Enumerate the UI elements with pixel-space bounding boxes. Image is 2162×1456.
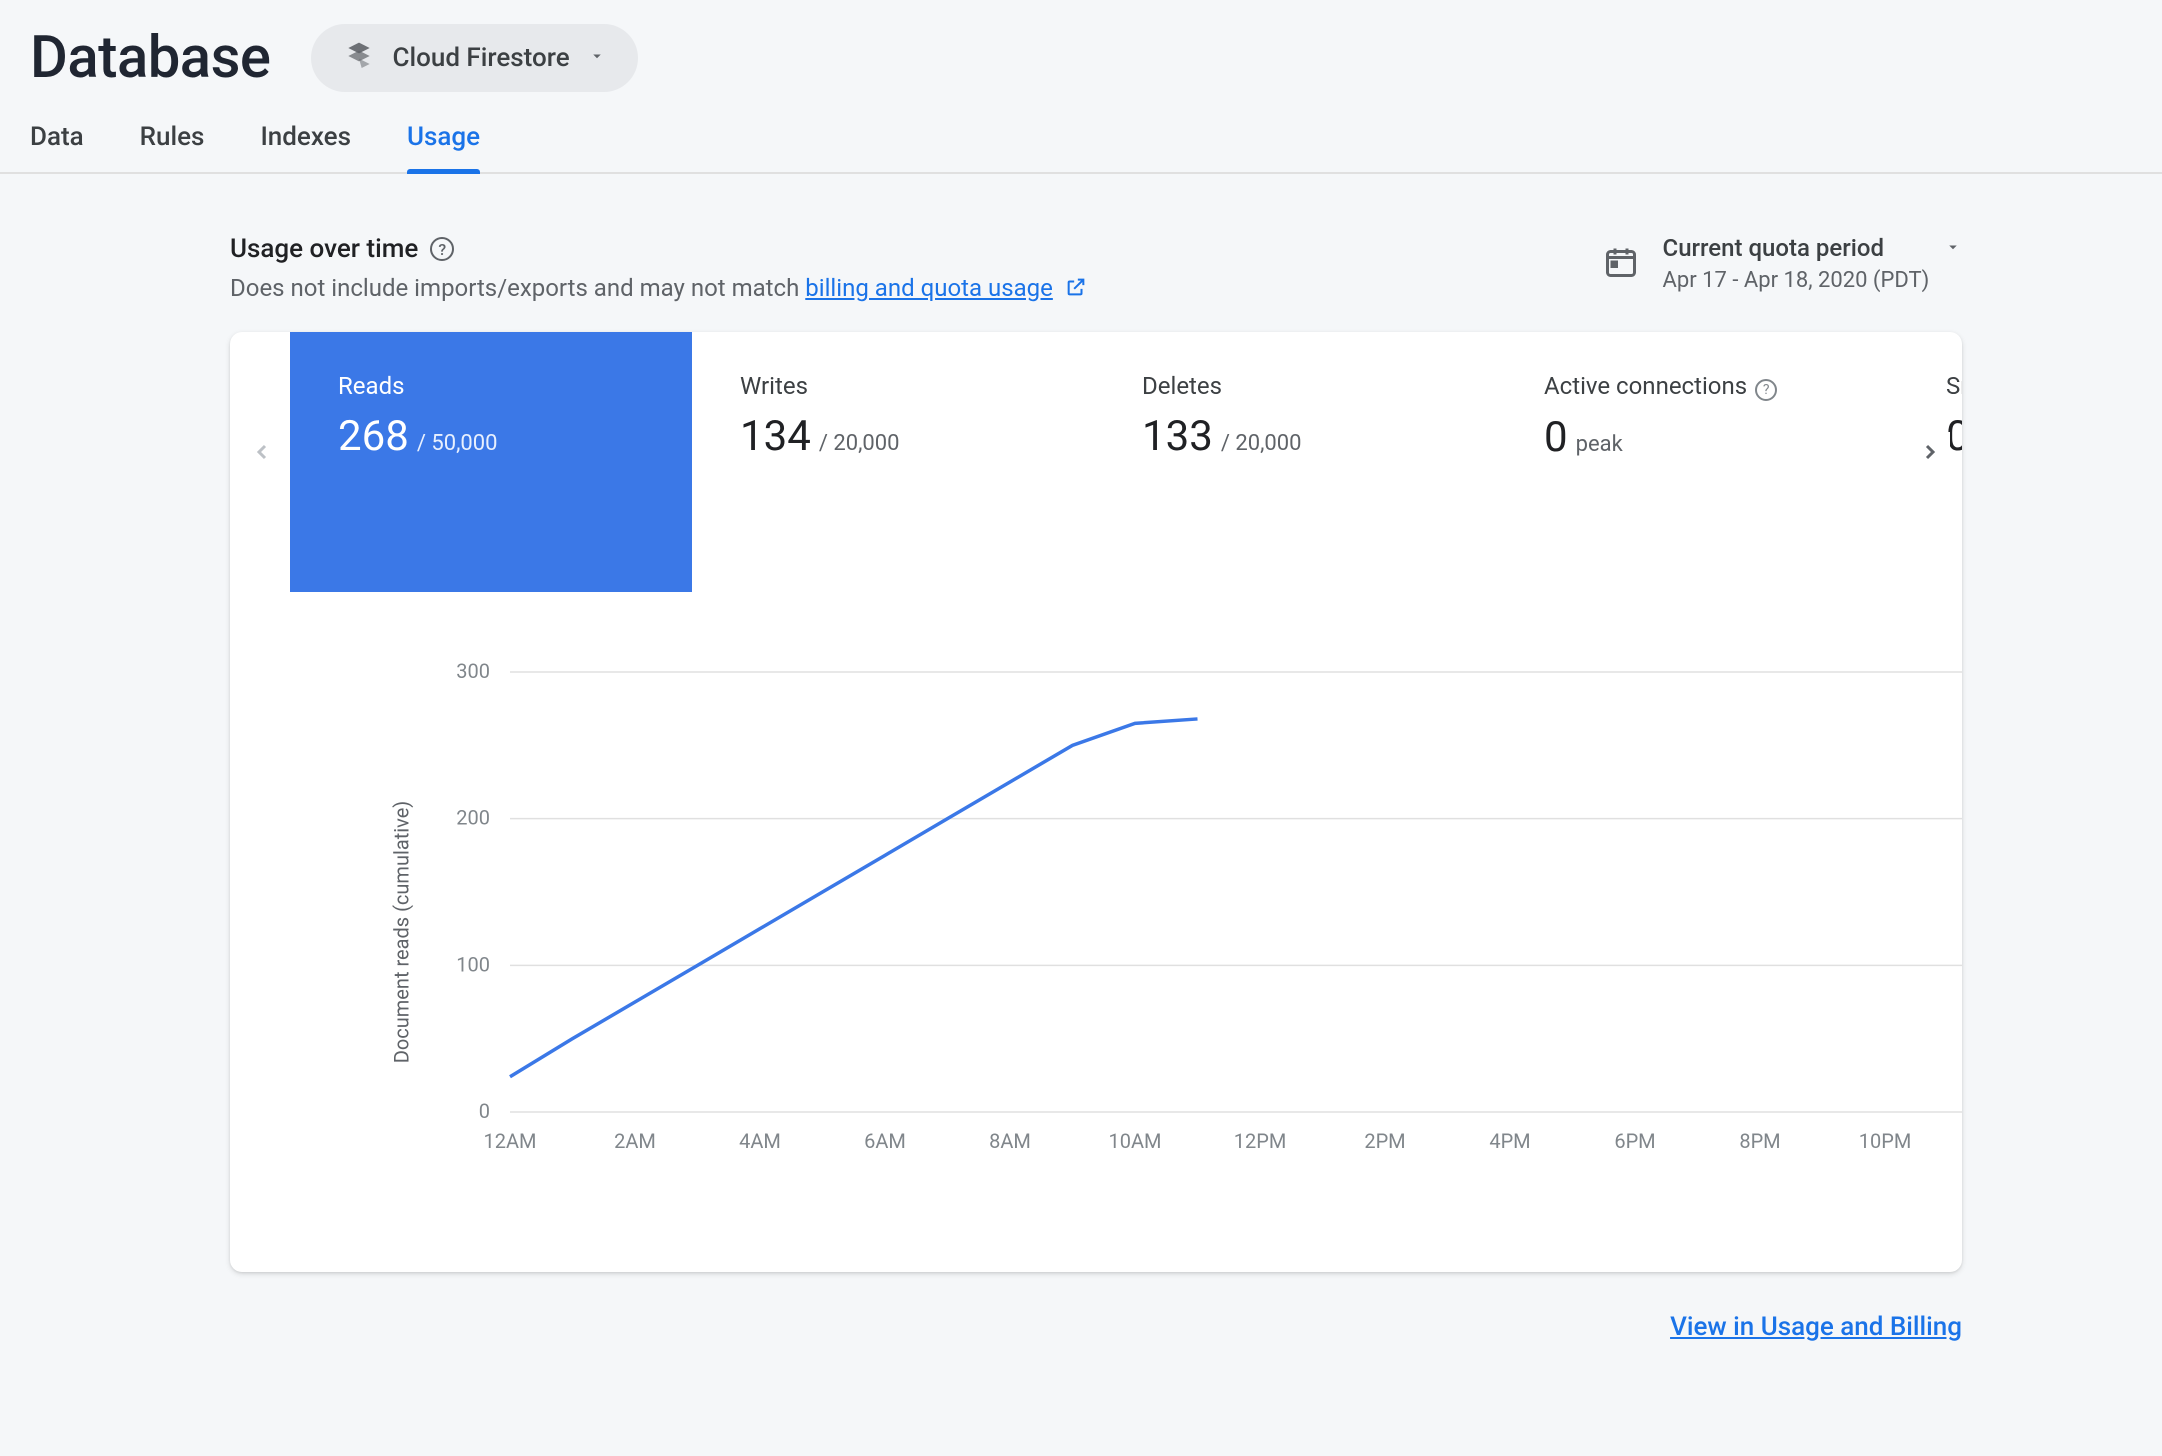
view-usage-billing-link[interactable]: View in Usage and Billing <box>1670 1312 1962 1342</box>
chart-ylabel: Document reads (cumulative) <box>389 800 413 1063</box>
period-range: Apr 17 - Apr 18, 2020 (PDT) <box>1663 268 1962 293</box>
metric-quota: / 20,000 <box>819 431 900 456</box>
svg-text:300: 300 <box>456 659 490 683</box>
calendar-icon <box>1603 244 1639 284</box>
svg-text:200: 200 <box>456 805 490 829</box>
metric-label: Reads <box>338 372 644 400</box>
metric-value: 133 <box>1142 412 1213 461</box>
metric-label: Snapshot listeners <box>1946 372 1962 400</box>
metric-card-writes[interactable]: Writes 134 / 20,000 <box>692 332 1094 592</box>
firestore-icon <box>343 40 375 76</box>
metric-quota: / 20,000 <box>1221 431 1302 456</box>
metric-value: 0 <box>1544 413 1568 462</box>
svg-text:0: 0 <box>479 1099 490 1123</box>
svg-text:2PM: 2PM <box>1364 1129 1405 1153</box>
tab-indexes[interactable]: Indexes <box>260 122 351 172</box>
metric-label: Active connections? <box>1544 372 1850 401</box>
page-title: Database <box>30 24 271 92</box>
quota-period-selector[interactable]: Current quota period Apr 17 - Apr 18, 20… <box>1663 234 1962 293</box>
caret-down-icon <box>588 47 606 69</box>
help-icon[interactable]: ? <box>430 237 454 261</box>
metric-card-deletes[interactable]: Deletes 133 / 20,000 <box>1094 332 1496 592</box>
help-icon[interactable]: ? <box>1755 379 1777 401</box>
usage-card: Reads268/ 50,000Writes134/ 20,000Deletes… <box>230 332 1962 1272</box>
period-label: Current quota period <box>1663 234 1884 262</box>
metric-value: 134 <box>740 412 811 461</box>
usage-chart: 0 100 200 300 12AM 2AM 4AM 6AM 8AM 10AM 12PM 2PM 4PM… <box>310 652 1962 1172</box>
tabs-row: Data Rules Indexes Usage <box>0 92 2162 174</box>
database-selector-label: Cloud Firestore <box>393 43 570 73</box>
metric-quota: / 50,000 <box>417 431 498 456</box>
caret-down-icon <box>1944 234 1962 262</box>
metric-label: Writes <box>740 372 1046 400</box>
metric-card-reads[interactable]: Reads 268 / 50,000 <box>290 332 692 592</box>
metric-value: 268 <box>338 412 409 461</box>
svg-text:100: 100 <box>456 952 490 976</box>
svg-text:2AM: 2AM <box>614 1129 656 1153</box>
billing-quota-link[interactable]: billing and quota usage <box>805 274 1053 302</box>
tab-data[interactable]: Data <box>30 122 84 172</box>
svg-text:6AM: 6AM <box>864 1129 906 1153</box>
tab-usage[interactable]: Usage <box>407 122 480 172</box>
usage-title: Usage over time <box>230 234 418 264</box>
scroll-right-button[interactable] <box>1910 432 1950 472</box>
tab-rules[interactable]: Rules <box>140 122 205 172</box>
svg-text:10AM: 10AM <box>1109 1129 1162 1153</box>
usage-subtitle: Does not include imports/exports and may… <box>230 274 1087 304</box>
svg-text:8PM: 8PM <box>1739 1129 1780 1153</box>
svg-text:4AM: 4AM <box>739 1129 781 1153</box>
usage-subtitle-text: Does not include imports/exports and may… <box>230 274 805 302</box>
svg-text:8AM: 8AM <box>989 1129 1031 1153</box>
scroll-left-button[interactable] <box>242 432 282 472</box>
external-link-icon <box>1065 276 1087 304</box>
metric-card-active-connections[interactable]: Active connections? 0 peak <box>1496 332 1898 592</box>
svg-text:6PM: 6PM <box>1614 1129 1655 1153</box>
database-selector-chip[interactable]: Cloud Firestore <box>311 24 638 92</box>
metric-label: Deletes <box>1142 372 1448 400</box>
svg-text:4PM: 4PM <box>1489 1129 1530 1153</box>
svg-text:10PM: 10PM <box>1859 1129 1912 1153</box>
svg-text:12AM: 12AM <box>484 1129 537 1153</box>
metric-suffix: peak <box>1576 432 1623 457</box>
svg-text:12PM: 12PM <box>1234 1129 1287 1153</box>
